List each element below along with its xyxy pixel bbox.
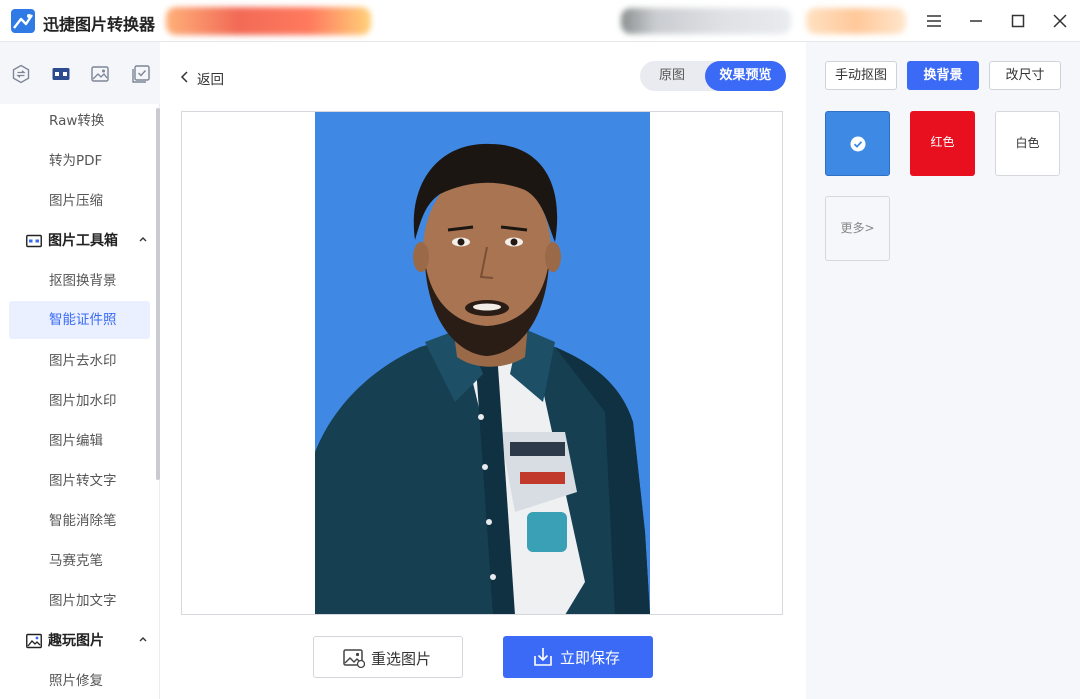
sidebar-item-remove-watermark[interactable]: 图片去水印 — [49, 351, 117, 371]
reselect-image-button[interactable]: 重选图片 — [313, 636, 463, 678]
sidebar-item-compress[interactable]: 图片压缩 — [49, 191, 103, 211]
sidebar-scrollbar[interactable] — [156, 108, 160, 480]
right-panel: 手动抠图 换背景 改尺寸 红色 白色 更多> — [806, 42, 1080, 699]
user-account[interactable] — [621, 8, 791, 34]
checklist-icon[interactable] — [131, 64, 151, 84]
sidebar-item-add-text[interactable]: 图片加文字 — [49, 591, 117, 611]
toolbox-icon — [26, 234, 42, 248]
sidebar-item-image-edit[interactable]: 图片编辑 — [49, 431, 103, 451]
minimize-icon[interactable] — [965, 10, 987, 32]
view-toggle: 原图 效果预览 — [640, 61, 786, 91]
maximize-icon[interactable] — [1007, 10, 1029, 32]
resize-button[interactable]: 改尺寸 — [989, 61, 1061, 90]
sidebar-item-to-pdf[interactable]: 转为PDF — [49, 151, 102, 171]
image-canvas — [181, 111, 783, 615]
color-swatch-blue[interactable] — [825, 111, 890, 176]
image-fun-icon — [26, 633, 42, 649]
app-title: 迅捷图片转换器 — [43, 15, 156, 34]
color-swatch-white[interactable]: 白色 — [995, 111, 1060, 176]
sidebar-item-mosaic-pen[interactable]: 马赛克笔 — [49, 551, 103, 571]
tab-original[interactable]: 原图 — [640, 61, 704, 91]
sidebar-item-add-watermark[interactable]: 图片加水印 — [49, 391, 117, 411]
check-circle-icon — [850, 136, 866, 152]
title-bar: 迅捷图片转换器 — [0, 0, 1080, 42]
app-window: 迅捷图片转换器 Raw转换 转为PDF 图片压缩 图片工具箱 抠图换背景 智能证… — [0, 0, 1080, 699]
sidebar-item-smart-eraser[interactable]: 智能消除笔 — [49, 511, 117, 531]
manual-cutout-button[interactable]: 手动抠图 — [825, 61, 897, 90]
sidebar-item-id-photo[interactable]: 智能证件照 — [9, 301, 150, 339]
save-now-button[interactable]: 立即保存 — [503, 636, 653, 678]
chevron-left-icon — [180, 71, 188, 83]
menu-icon[interactable] — [923, 10, 945, 32]
sidebar-item-cutout-background[interactable]: 抠图换背景 — [49, 271, 117, 291]
preview-photo — [315, 112, 650, 614]
sidebar-item-photo-repair[interactable]: 照片修复 — [49, 671, 103, 691]
vip-button[interactable] — [806, 8, 906, 34]
chevron-up-icon[interactable] — [137, 633, 149, 645]
main-content: 返回 原图 效果预览 重选图片 立即保存 — [161, 42, 805, 699]
app-logo-icon — [11, 9, 35, 33]
more-colors-button[interactable]: 更多> — [825, 196, 890, 261]
close-icon[interactable] — [1049, 10, 1071, 32]
color-swatch-red[interactable]: 红色 — [910, 111, 975, 176]
promo-banner[interactable] — [166, 7, 371, 35]
chevron-up-icon[interactable] — [137, 233, 149, 245]
image-edit-icon[interactable] — [90, 64, 110, 84]
tab-preview[interactable]: 效果预览 — [705, 61, 786, 91]
convert-icon[interactable] — [11, 64, 31, 84]
back-label: 返回 — [197, 72, 224, 88]
sidebar-category-label: 趣玩图片 — [48, 633, 104, 649]
sidebar: Raw转换 转为PDF 图片压缩 图片工具箱 抠图换背景 智能证件照 图片去水印… — [0, 42, 160, 699]
sidebar-item-image-to-text[interactable]: 图片转文字 — [49, 471, 117, 491]
image-icon — [343, 649, 365, 668]
reselect-label: 重选图片 — [371, 650, 432, 668]
sidebar-item-raw[interactable]: Raw转换 — [49, 111, 104, 131]
sidebar-tab-strip — [0, 42, 160, 104]
save-label: 立即保存 — [560, 649, 621, 667]
toolbox-icon[interactable] — [51, 64, 71, 84]
sidebar-category-label: 图片工具箱 — [48, 233, 118, 249]
change-background-button[interactable]: 换背景 — [907, 61, 979, 90]
download-icon — [534, 648, 552, 666]
